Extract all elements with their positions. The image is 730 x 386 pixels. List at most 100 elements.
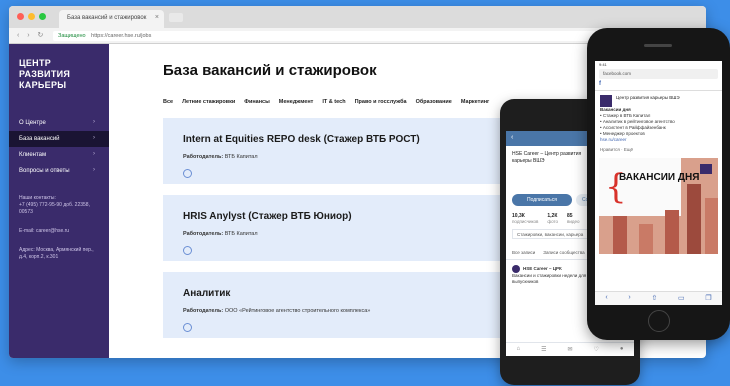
stat-label: видео (567, 219, 580, 224)
contacts-email[interactable]: E-mail: career@hse.ru (19, 228, 99, 235)
image-title: ВАКАНСИИ ДНЯ (619, 172, 700, 183)
sidebar-item-jobs[interactable]: База вакансий › (9, 131, 109, 147)
building-shape (665, 210, 679, 254)
window-controls (17, 13, 46, 20)
menu-icon[interactable]: ☰ (541, 346, 546, 356)
favorite-icon[interactable] (183, 246, 192, 255)
stat-label: фото (547, 219, 559, 224)
vk-stat[interactable]: 1,2К фото (547, 213, 558, 224)
tab-all-posts[interactable]: Все записи (512, 250, 535, 255)
building-shape (687, 184, 701, 254)
chevron-right-icon: › (93, 119, 95, 125)
filter-tab[interactable]: Право и госслужба (355, 99, 407, 105)
employer-label: Работодатель: (183, 154, 224, 160)
tab-community-posts[interactable]: Записи сообщества (543, 250, 584, 255)
minimize-window-dot[interactable] (28, 13, 35, 20)
image-logo (700, 164, 712, 174)
building-shape (639, 224, 653, 254)
browser-tab[interactable]: База вакансий и стажировок × (59, 10, 164, 28)
logo[interactable]: ЦЕНТР РАЗВИТИЯ КАРЬЕРЫ (19, 58, 99, 91)
filter-tab[interactable]: IT & tech (322, 99, 345, 105)
fb-post-header: Центр развития карьеры ВШЭ (595, 91, 722, 107)
contacts-address: Адрес: Москва, Армянский пер., д.4, корп… (19, 247, 94, 260)
bookmarks-icon[interactable]: ▭ (678, 294, 685, 305)
back-arrow-icon[interactable]: ‹ (511, 134, 513, 141)
sidebar: ЦЕНТР РАЗВИТИЯ КАРЬЕРЫ О Центре › База в… (9, 44, 109, 358)
building-shape (705, 198, 718, 254)
chevron-right-icon: › (93, 135, 95, 141)
fb-post-heading: Вакансии дня (600, 107, 631, 112)
close-window-dot[interactable] (17, 13, 24, 20)
contacts-block: Наши контакты: +7 (495) 772-95-90 доб. 22… (19, 195, 99, 261)
chevron-right-icon: › (93, 167, 95, 173)
fb-post-link[interactable]: hse.ru/career (600, 137, 627, 142)
tab-bar: База вакансий и стажировок × (9, 6, 706, 28)
fb-page-name[interactable]: Центр развития карьеры ВШЭ (616, 95, 717, 101)
url-text: https://career.hse.ru/jobs (91, 33, 152, 39)
chevron-right-icon: › (93, 151, 95, 157)
favorite-icon[interactable] (183, 323, 192, 332)
subscribe-button[interactable]: Подписаться (512, 194, 572, 206)
facebook-logo-icon[interactable]: f (599, 81, 601, 87)
filter-tab[interactable]: Летние стажировки (182, 99, 235, 105)
fb-post-image[interactable]: { ВАКАНСИИ ДНЯ (599, 158, 718, 254)
fb-url-bar[interactable]: facebook.com (599, 69, 718, 79)
share-icon[interactable]: ⇧ (651, 294, 657, 305)
fb-post-line: • Аналитик в рейтинговое агентство (600, 119, 675, 124)
likes-icon[interactable]: ♡ (593, 346, 598, 356)
contacts-phone-label: Наши контакты: (19, 195, 56, 201)
facebook-screen: 9:41 facebook.com f Центр развития карье… (595, 61, 722, 305)
filter-tab[interactable]: Образование (416, 99, 452, 105)
page-avatar (600, 95, 612, 107)
tab-title: База вакансий и стажировок (67, 15, 147, 21)
filter-tab[interactable]: Финансы (244, 99, 270, 105)
employer-name: ООО «Рейтинговое агентство строительного… (224, 308, 371, 314)
fb-post-text: Вакансии дня • Стажер в ВТБ Капитал • Ан… (595, 105, 722, 145)
safari-toolbar: ‹ › ⇧ ▭ ❐ (595, 291, 722, 305)
employer-name: ВТБ Капитал (224, 154, 258, 160)
forward-icon[interactable]: › (628, 294, 630, 305)
sidebar-item-about[interactable]: О Центре › (19, 115, 99, 131)
employer-label: Работодатель: (183, 308, 224, 314)
nav-buttons[interactable]: ‹ › ↻ (17, 31, 46, 39)
contacts-phone-value: +7 (495) 772-95-90 доб. 22358, 00573 (19, 202, 90, 215)
secure-badge: Защищено (58, 33, 86, 39)
favorite-icon[interactable] (183, 169, 192, 178)
fb-post-line: • Стажер в ВТБ Капитал (600, 113, 651, 118)
filter-tab[interactable]: Маркетинг (461, 99, 490, 105)
tabs-icon[interactable]: ❐ (705, 294, 711, 305)
messages-icon[interactable]: ✉ (567, 346, 572, 356)
sidebar-item-faq[interactable]: Вопросы и ответы › (19, 163, 99, 179)
fb-post-line: • Менеджер проектов (600, 131, 645, 136)
vk-bottom-nav: ⌂ ☰ ✉ ♡ ● (506, 342, 634, 356)
employer-label: Работодатель: (183, 231, 224, 237)
profile-icon[interactable]: ● (620, 346, 624, 356)
vk-group-name: HSE Career – Центр развития карьеры ВШЭ (512, 151, 582, 164)
vk-stat[interactable]: 10,3К подписчиков (512, 213, 538, 224)
filter-tab[interactable]: Все (163, 99, 173, 105)
fb-top-bar: f (595, 79, 722, 91)
status-bar: 9:41 (599, 62, 607, 67)
new-tab-button[interactable] (169, 13, 183, 22)
sidebar-item-label: Клиентам (19, 152, 47, 158)
sidebar-item-clients[interactable]: Клиентам › (19, 147, 99, 163)
contacts-phone: Наши контакты: +7 (495) 772-95-90 доб. 22… (19, 195, 99, 216)
fb-like-row[interactable]: Нравится · Ещё (595, 145, 722, 154)
tab-close-icon[interactable]: × (155, 14, 159, 21)
post-avatar (512, 265, 520, 273)
employer-name: ВТБ Капитал (224, 231, 258, 237)
post-author[interactable]: HSE Career – ЦРК (523, 266, 562, 271)
sidebar-item-label: О Центре (19, 120, 46, 126)
stat-label: подписчиков (512, 219, 539, 224)
maximize-window-dot[interactable] (39, 13, 46, 20)
filter-tab[interactable]: Менеджмент (279, 99, 314, 105)
back-icon[interactable]: ‹ (605, 294, 607, 305)
sidebar-item-label: База вакансий (19, 136, 60, 142)
home-icon[interactable]: ⌂ (516, 346, 520, 356)
fb-post-line: • Ассистент в Райффайзенбанк (600, 125, 666, 130)
vk-stat[interactable]: 85 видео (567, 213, 580, 224)
phone-speaker (644, 44, 672, 47)
home-button[interactable] (648, 310, 670, 332)
building-shape (613, 216, 627, 254)
iphone: 9:41 facebook.com f Центр развития карье… (587, 28, 730, 340)
